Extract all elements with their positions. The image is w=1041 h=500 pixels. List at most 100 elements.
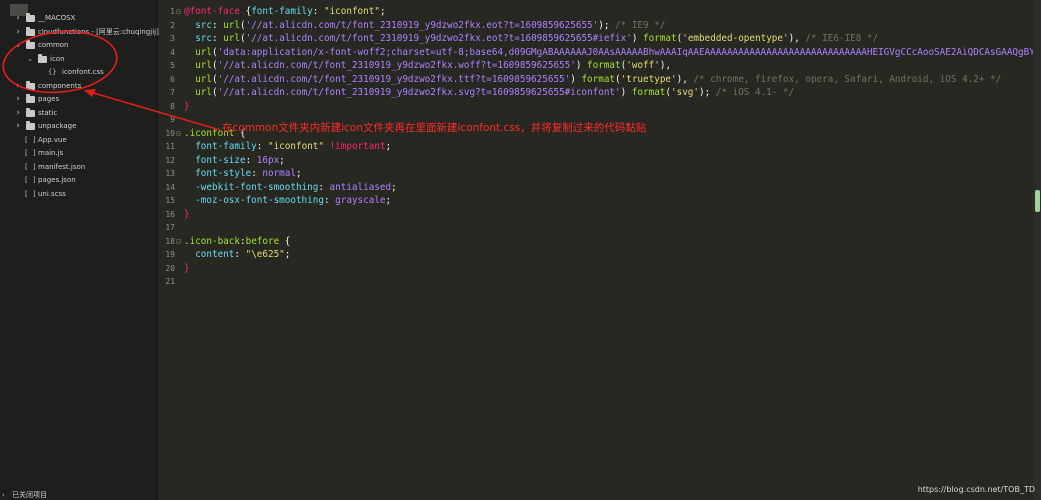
- code-token: normal: [262, 168, 296, 179]
- code-line[interactable]: 1 ⊟ @font-face {font-family: "iconfont";: [157, 5, 1033, 19]
- folder-icon: [26, 94, 35, 103]
- tree-item-static[interactable]: › static: [0, 107, 157, 120]
- code-token: '//at.alicdn.com/t/font_2310919_y9dzwo2f…: [217, 73, 571, 85]
- tree-item-common[interactable]: ⌄ common: [0, 39, 157, 52]
- code-token: /* IE9 */: [615, 19, 666, 31]
- code-token: ;: [279, 154, 285, 166]
- code-token: font-family: [195, 141, 257, 152]
- code-line[interactable]: 15 -moz-osx-font-smoothing: grayscale;: [157, 194, 1033, 208]
- closed-projects-label: 已关闭项目: [12, 491, 47, 499]
- code-line[interactable]: 3 src: url('//at.alicdn.com/t/font_23109…: [157, 32, 1033, 46]
- annotation-text: 在common文件夹内新建icon文件夹再在里面新建iconfont.css，并…: [222, 122, 647, 134]
- code-token: format: [581, 73, 616, 85]
- code-token: format: [631, 87, 666, 98]
- fold-toggle-icon[interactable]: ⊟: [176, 127, 181, 141]
- line-number: 18: [165, 236, 175, 246]
- chevron-down-icon[interactable]: ⌄: [26, 53, 34, 66]
- code-line[interactable]: 2 src: url('//at.alicdn.com/t/font_23109…: [157, 19, 1033, 33]
- line-number: 14: [165, 182, 175, 192]
- folder-icon: [26, 107, 35, 117]
- scrollbar-thumb[interactable]: [1035, 190, 1040, 212]
- code-editor[interactable]: 1 ⊟ @font-face {font-family: "iconfont"; 2 …: [157, 0, 1041, 500]
- file-icon: [ ]: [24, 135, 37, 144]
- code-line[interactable]: 7 url('//at.alicdn.com/t/font_2310919_y9…: [157, 86, 1033, 100]
- chevron-right-icon[interactable]: ›: [14, 80, 22, 93]
- tree-item-cloudfunctions[interactable]: › cloudfunctions - [阿里云:chuqingjij]: [0, 26, 159, 39]
- code-line[interactable]: 6 url('//at.alicdn.com/t/font_2310919_y9…: [157, 73, 1033, 87]
- code-line[interactable]: 20}: [157, 262, 1033, 276]
- code-line[interactable]: 19 content: "\e625";: [157, 248, 1033, 262]
- code-token: ;: [385, 141, 392, 152]
- code-token: :: [312, 6, 324, 17]
- chevron-right-icon[interactable]: ›: [14, 93, 22, 106]
- code-line[interactable]: 8}: [157, 100, 1033, 114]
- code-line[interactable]: 11 font-family: "iconfont" !important;: [157, 140, 1033, 154]
- chevron-right-icon[interactable]: ›: [14, 26, 22, 39]
- code-line[interactable]: 16}: [157, 208, 1033, 222]
- fold-toggle-icon[interactable]: ⊟: [176, 235, 181, 249]
- tree-item-iconfont-css[interactable]: {} iconfont.css: [0, 66, 157, 79]
- code-token: src: [195, 19, 212, 31]
- tree-item-pages-json[interactable]: [ ] pages.json: [0, 174, 157, 187]
- code-line[interactable]: 12 font-size: 16px;: [157, 154, 1033, 168]
- code-token: font-style: [195, 168, 252, 179]
- line-number: 10: [165, 128, 175, 138]
- folder-icon: [26, 26, 35, 36]
- code-line[interactable]: 17: [157, 221, 1033, 235]
- line-number: 11: [165, 142, 175, 151]
- code-token: ;: [391, 181, 397, 193]
- code-text: }: [184, 262, 190, 276]
- code-token: ;: [295, 168, 302, 179]
- code-line[interactable]: 4 url('data:application/x-font-woff2;cha…: [157, 46, 1041, 60]
- code-line[interactable]: 5 url('//at.alicdn.com/t/font_2310919_y9…: [157, 59, 1033, 73]
- code-line[interactable]: 14 -webkit-font-smoothing: antialiased;: [157, 181, 1033, 195]
- code-token: content: [195, 249, 235, 260]
- tree-item--macosx[interactable]: › __MACOSX: [0, 12, 157, 25]
- chevron-right-icon[interactable]: ›: [14, 12, 22, 25]
- code-token: 'svg': [671, 87, 700, 98]
- code-token: ): [575, 60, 588, 71]
- tree-item-manifest-json[interactable]: [ ] manifest.json: [0, 161, 157, 174]
- code-token: ;: [284, 249, 291, 260]
- line-number: 6: [170, 74, 175, 84]
- line-number: 3: [170, 34, 175, 43]
- code-token: /* chrome, firefox, opera, Safari, Andro…: [693, 73, 1002, 85]
- tree-item-unpackage[interactable]: › unpackage: [0, 120, 157, 133]
- chevron-right-icon[interactable]: ›: [14, 120, 22, 133]
- code-token: 'data:application/x-font-woff2;charset=u…: [217, 46, 1041, 58]
- code-line[interactable]: 13 font-style: normal;: [157, 167, 1033, 181]
- code-token: url: [195, 46, 212, 58]
- tree-item-components[interactable]: › components: [0, 80, 157, 93]
- code-text: -moz-osx-font-smoothing: grayscale;: [184, 194, 391, 208]
- line-number: 21: [165, 277, 175, 286]
- tree-item-label: icon: [50, 54, 65, 63]
- code-token: :: [318, 181, 330, 193]
- code-line[interactable]: 18 ⊟ .icon-back:before {: [157, 235, 1033, 249]
- fold-toggle-icon[interactable]: ⊟: [176, 5, 181, 19]
- chevron-right-icon[interactable]: ›: [14, 107, 22, 120]
- tree-item-uni-scss[interactable]: [ ] uni.scss: [0, 188, 157, 201]
- code-line[interactable]: 21: [157, 275, 1033, 289]
- code-token: url: [195, 73, 212, 85]
- closed-projects-bar[interactable]: › 已关闭项目: [0, 491, 157, 500]
- tree-item-main-js[interactable]: [ ] main.js: [0, 147, 157, 160]
- tree-item-label: __MACOSX: [38, 14, 76, 22]
- code-token: format: [587, 60, 621, 71]
- tree-item-app-vue[interactable]: [ ] App.vue: [0, 134, 157, 147]
- file-icon: [ ]: [24, 176, 37, 184]
- chevron-down-icon[interactable]: ⌄: [14, 39, 22, 52]
- code-text: content: "\e625";: [184, 248, 290, 262]
- tree-item-label: unpackage: [38, 122, 77, 130]
- code-token: '//at.alicdn.com/t/font_2310919_y9dzwo2f…: [245, 33, 632, 44]
- code-token: '//at.alicdn.com/t/font_2310919_y9dzwo2f…: [245, 19, 599, 31]
- line-number: 5: [170, 61, 175, 70]
- vertical-scrollbar[interactable]: [1033, 0, 1041, 500]
- code-token: src: [195, 33, 212, 44]
- code-token: :: [256, 141, 268, 152]
- tree-item-pages[interactable]: › pages: [0, 93, 157, 106]
- tree-item-icon[interactable]: ⌄ icon: [0, 53, 157, 66]
